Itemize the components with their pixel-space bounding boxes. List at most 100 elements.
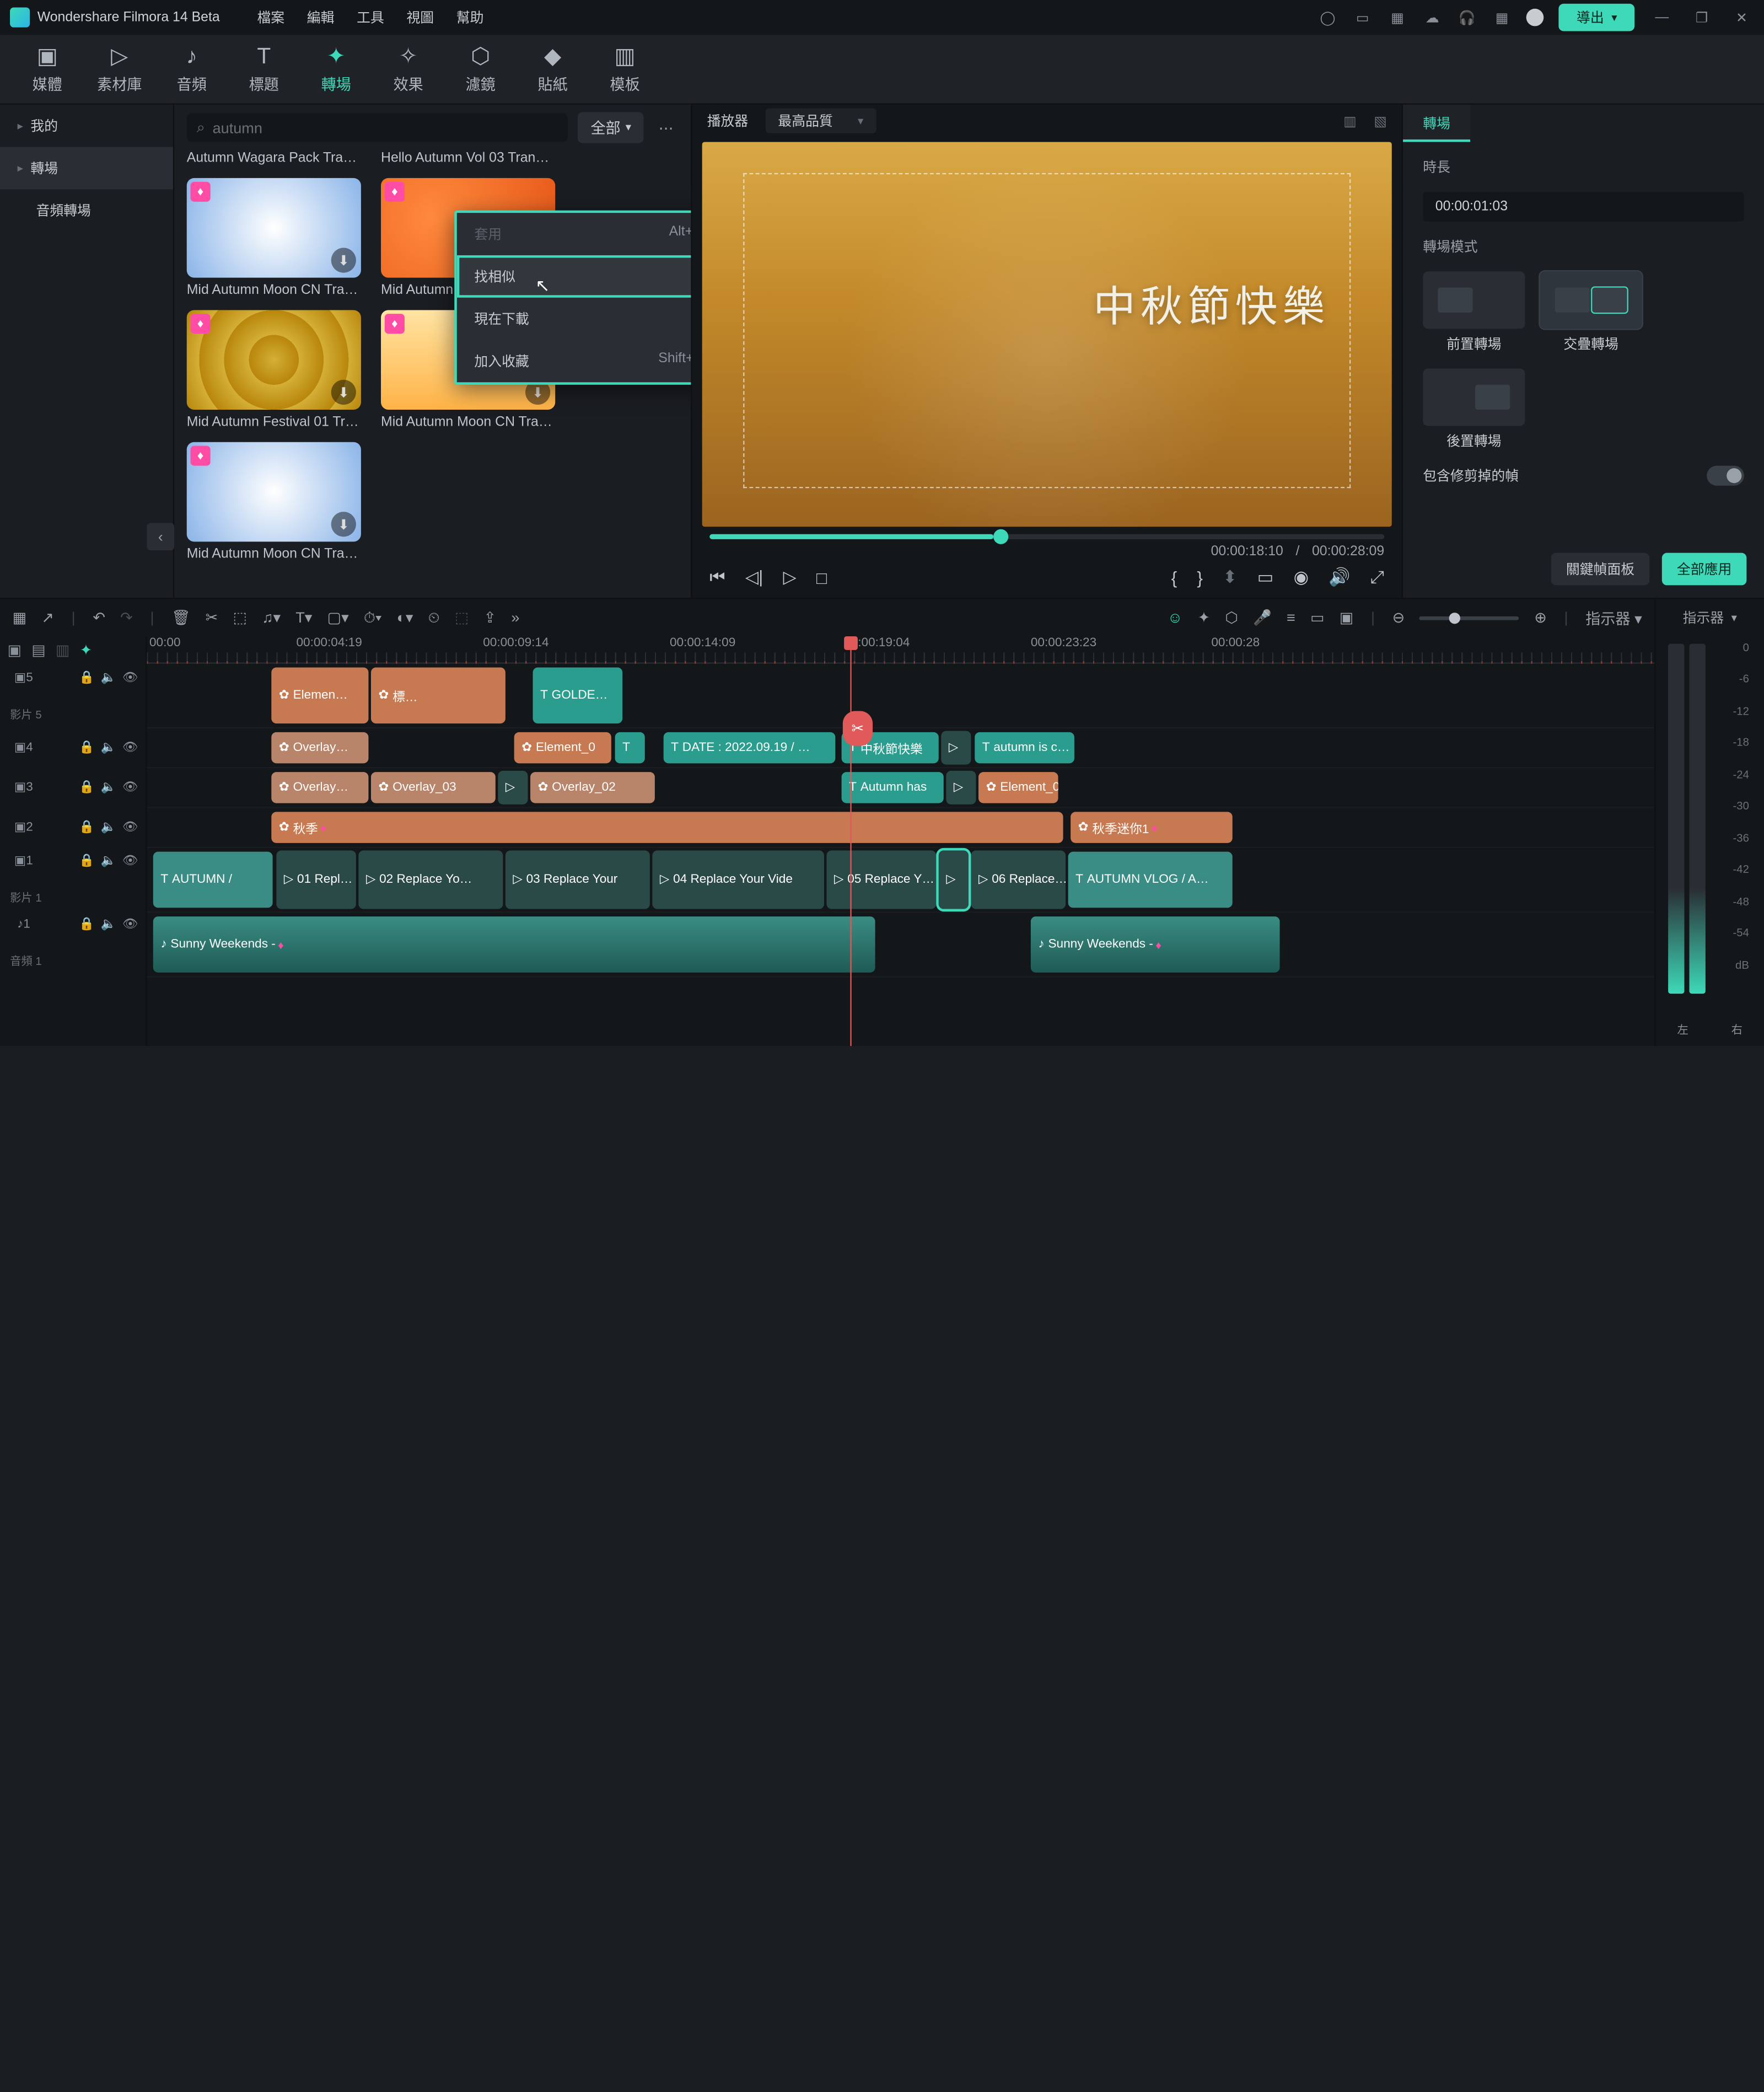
mute-icon[interactable]: 🔈 (101, 671, 116, 685)
mode-postfix[interactable]: 後置轉場 (1423, 368, 1525, 450)
mode-overlap[interactable]: 交疊轉場 (1540, 271, 1642, 353)
step-back-button[interactable]: ◁| (745, 567, 763, 588)
shape-button[interactable]: ▢▾ (327, 608, 349, 627)
scrub-knob[interactable] (993, 529, 1008, 544)
timeline-clip[interactable]: ✿秋季迷你1 ♦ (1071, 812, 1233, 843)
mark-out-button[interactable]: } (1197, 567, 1203, 587)
subtitle-button[interactable]: ▣ (1340, 609, 1354, 626)
timeline-clip[interactable]: ✿Overlay_03 (371, 772, 496, 803)
timeline-clip[interactable]: ✿Elemen… (271, 667, 368, 723)
tab-stock[interactable]: ▷素材庫 (85, 39, 154, 100)
apply-all-button[interactable]: 全部應用 (1662, 553, 1747, 586)
fullscreen-button[interactable]: ⤢ (1370, 567, 1384, 588)
zoom-slider[interactable] (1419, 616, 1519, 620)
search-input[interactable]: ⌕ autumn (187, 114, 568, 142)
tl-mode-3[interactable]: ▥ (56, 641, 70, 659)
ctx-find-similar[interactable]: 找相似 (457, 255, 691, 298)
cut-indicator[interactable]: ✂ (843, 711, 873, 745)
gallery-item[interactable]: ♦⬇Mid Autumn Moon CN Tra… (187, 442, 361, 562)
lock-icon[interactable]: 🔒 (79, 671, 94, 685)
timeline-clip[interactable]: TAUTUMN VLOG / A… (1068, 852, 1233, 908)
timeline-clip[interactable]: ♪Sunny Weekends - ♦ (1031, 916, 1280, 973)
ratio-button[interactable]: ⬍ (1223, 567, 1237, 588)
tl-tool-apps[interactable]: ▦ (13, 609, 27, 626)
display-icon[interactable]: ▭ (1353, 8, 1373, 28)
tab-title[interactable]: T標題 (229, 39, 299, 100)
timeline-clip[interactable]: ▷ (939, 850, 969, 909)
timer-button[interactable]: ⏲ (428, 608, 440, 627)
music-button[interactable]: ♫▾ (262, 608, 281, 627)
mic-button[interactable]: 🎤 (1253, 609, 1272, 626)
snapshot-button[interactable]: ◉ (1294, 567, 1309, 588)
menu-view[interactable]: 視圖 (406, 8, 434, 28)
volume-button[interactable]: 🔊 (1329, 567, 1350, 588)
menu-file[interactable]: 檔案 (257, 8, 284, 28)
download-icon[interactable]: ⬇ (331, 380, 356, 405)
maximize-button[interactable]: ❐ (1690, 9, 1714, 25)
headphone-icon[interactable]: 🎧 (1457, 8, 1477, 28)
timeline-clip[interactable]: ▷ (941, 731, 971, 765)
tl-mode-2[interactable]: ▤ (31, 641, 46, 659)
apps-icon[interactable]: ▦ (1492, 8, 1512, 28)
timeline-clip[interactable]: ▷01 Repl… (276, 850, 356, 909)
timeline-clip[interactable]: ✿Overlay… (271, 772, 368, 803)
detach-button[interactable]: ▭ (1257, 567, 1274, 588)
track-head-2[interactable]: ▣2🔒🔈👁 (0, 807, 146, 846)
group-button[interactable]: ⬚ (455, 608, 469, 627)
zoom-out-button[interactable]: ⊖ (1392, 609, 1405, 626)
tab-effect[interactable]: ✧效果 (373, 39, 443, 100)
enhance-button[interactable]: ✦ (1198, 609, 1211, 626)
timeline-clip[interactable]: ▷03 Replace Your (505, 850, 650, 909)
mixer-button[interactable]: ≡ (1287, 609, 1295, 626)
timeline-clip[interactable]: TDATE : 2022.09.19 / … (664, 732, 836, 763)
marker-button[interactable]: ⬡ (1225, 609, 1238, 626)
avatar-icon[interactable] (1527, 9, 1545, 26)
timeline-clip[interactable]: ▷04 Replace Your Vide (652, 850, 824, 909)
timeline-clip[interactable]: ▷ (498, 771, 528, 804)
filter-dropdown[interactable]: 全部▾ (578, 112, 644, 143)
tl-tool-arrow[interactable]: ↗ (41, 609, 54, 626)
timeline-tracks[interactable]: 00:0000:00:04:1900:00:09:1400:00:14:0900… (147, 636, 1654, 1046)
eye-icon[interactable]: 👁 (122, 671, 138, 685)
more-options-button[interactable]: ⋯ (654, 119, 679, 137)
render-button[interactable]: ▭ (1310, 609, 1325, 626)
library-icon[interactable]: ▦ (1387, 8, 1407, 28)
duration-input[interactable]: 00:00:01:03 (1423, 192, 1744, 222)
color-button[interactable]: ◐▾ (396, 608, 413, 627)
record-icon[interactable]: ◯ (1317, 8, 1337, 28)
minimize-button[interactable]: ― (1649, 10, 1674, 25)
timeline-clip[interactable]: ▷06 Replace… (971, 850, 1066, 909)
trim-toggle[interactable] (1707, 466, 1744, 486)
share-button[interactable]: ⇪ (484, 608, 497, 627)
timeline-clip[interactable]: TAutumn has (842, 772, 944, 803)
tl-mode-1[interactable]: ▣ (8, 641, 22, 659)
timeline-clip[interactable]: ✿Overlay_02 (530, 772, 655, 803)
quality-dropdown[interactable]: 最高品質▾ (766, 108, 876, 133)
undo-button[interactable]: ↶ (93, 609, 105, 626)
gallery-item[interactable]: ♦⬇Mid Autumn Festival 01 Tr… (187, 310, 361, 430)
redo-button[interactable]: ↷ (120, 609, 133, 626)
mode-prefix[interactable]: 前置轉場 (1423, 271, 1525, 353)
ctx-favorite[interactable]: 加入收藏Shift+F (457, 340, 691, 383)
mark-in-button[interactable]: { (1171, 567, 1177, 587)
timeline-clip[interactable]: ✿標… (371, 667, 505, 723)
play-button[interactable]: ▷ (783, 567, 797, 588)
ctx-apply[interactable]: 套用Alt+A (457, 213, 691, 255)
cut-button[interactable]: ✂ (206, 608, 218, 627)
delete-button[interactable]: 🗑 (171, 608, 190, 627)
compare-icon[interactable]: ▥ (1343, 112, 1357, 128)
menu-tools[interactable]: 工具 (357, 8, 384, 28)
timeline-clip[interactable]: ✿秋季 ♦ (271, 812, 1063, 843)
export-button[interactable]: 導出▾ (1559, 4, 1634, 31)
prev-frame-button[interactable]: ⏮ (709, 567, 725, 588)
tab-media[interactable]: ▣媒體 (13, 39, 82, 100)
timeline-clip[interactable]: ♪Sunny Weekends - ♦ (153, 916, 875, 973)
sidebar-item-transition[interactable]: ▸轉場 (0, 147, 173, 189)
indicator-dropdown[interactable]: 指示器 ▾ (1585, 607, 1642, 628)
cloud-icon[interactable]: ☁ (1422, 8, 1442, 28)
timeline-clip[interactable]: TAUTUMN / (153, 852, 273, 908)
timeline-clip[interactable]: ✿Overlay… (271, 732, 368, 763)
download-icon[interactable]: ⬇ (331, 512, 356, 537)
timeline-clip[interactable]: ▷02 Replace Yo… (358, 850, 503, 909)
more-tl-button[interactable]: » (511, 608, 519, 627)
